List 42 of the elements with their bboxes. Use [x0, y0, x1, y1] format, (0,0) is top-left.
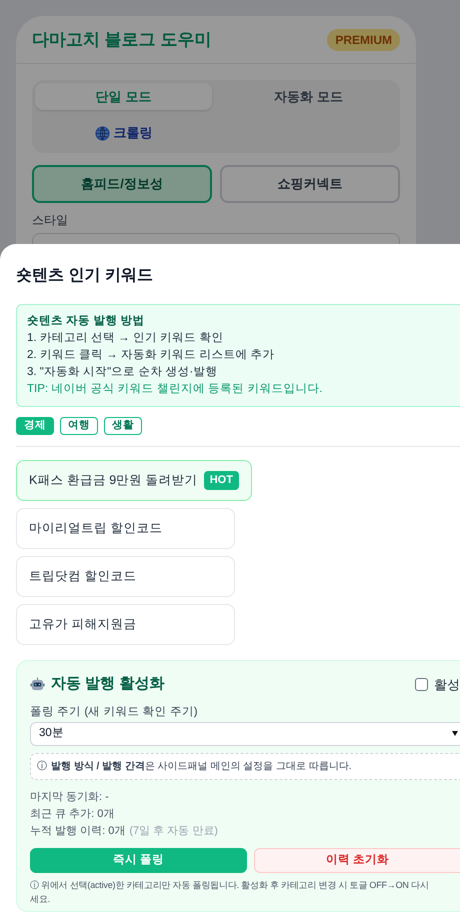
keyword-label: K패스 환급금 9만원 돌려받기	[29, 472, 198, 490]
reset-history-button[interactable]: 이력 초기화	[254, 848, 460, 873]
type-button[interactable]: 홈피드/정보성	[32, 165, 212, 203]
mode-tab[interactable]: 크롤링	[35, 116, 212, 150]
premium-badge: PREMIUM	[327, 28, 400, 50]
auto-title: 자동 발행 활성화	[51, 674, 164, 694]
interval-label: 폴링 주기 (새 키워드 확인 주기)	[30, 704, 199, 720]
keyword-item[interactable]: 고유가 피해지원금	[16, 604, 235, 645]
mode-tab[interactable]: 단일 모드	[35, 83, 212, 110]
footnote-line: ⓘ 위에서 선택(active)한 카테고리만 자동 폴링됩니다. 활성화 후 카테고리 변경 시 토글 OFF→ON 다시	[30, 878, 430, 892]
app-title: 다마고치 블로그 도우미	[32, 28, 212, 51]
checkbox[interactable]	[415, 678, 428, 691]
robot-icon	[30, 676, 45, 692]
history-status: 누적 발행 이력: 0개	[30, 824, 126, 839]
type-button[interactable]: 쇼핑커넥트	[220, 165, 400, 203]
caret-icon	[452, 731, 458, 736]
info-icon: ⓘ	[37, 758, 47, 774]
keyword-label: 트립닷컴 할인코드	[29, 568, 136, 586]
notice-text: 발행 방식 / 발행 간격은 사이드패널 메인의 설정을 그대로 따릅니다.	[51, 760, 352, 774]
guide-step: 2. 키워드 클릭 → 자동화 키워드 리스트에 추가	[27, 347, 460, 364]
guide-step: 1. 카테고리 선택 → 인기 키워드 확인	[27, 330, 460, 347]
category-chip[interactable]: 여행	[60, 417, 98, 435]
keyword-item[interactable]: 트립닷컴 할인코드	[16, 556, 235, 597]
sheet-title: 숏텐츠 인기 키워드	[16, 266, 154, 286]
guide-tip: TIP: 네이버 공식 키워드 챌린지에 등록된 키워드입니다.	[27, 382, 324, 397]
style-label: 스타일	[32, 212, 69, 229]
keyword-label: 마이리얼트립 할인코드	[29, 520, 162, 538]
keyword-item[interactable]: 마이리얼트립 할인코드	[16, 508, 235, 549]
hot-badge: HOT	[204, 471, 239, 490]
guide-heading: 숏텐츠 자동 발행 방법	[27, 314, 146, 329]
footnote-line: 세요.	[30, 892, 51, 906]
category-chip[interactable]: 생활	[104, 417, 142, 435]
sync-status: 마지막 동기화: -	[30, 790, 110, 805]
checkbox-label: 활성	[434, 676, 460, 694]
guide-step: 3. "자동화 시작"으로 순차 생성·발행	[27, 364, 460, 381]
keyword-item[interactable]: K패스 환급금 9만원 돌려받기 HOT	[16, 460, 252, 501]
globe-icon	[94, 126, 110, 140]
mode-tab[interactable]: 자동화 모드	[220, 83, 397, 110]
keyword-label: 고유가 피해지원금	[29, 616, 136, 634]
interval-select[interactable]: 30분	[30, 722, 460, 746]
queue-status: 최근 큐 추가: 0개	[30, 806, 116, 822]
history-note: (7일 후 자동 만료)	[129, 824, 218, 839]
